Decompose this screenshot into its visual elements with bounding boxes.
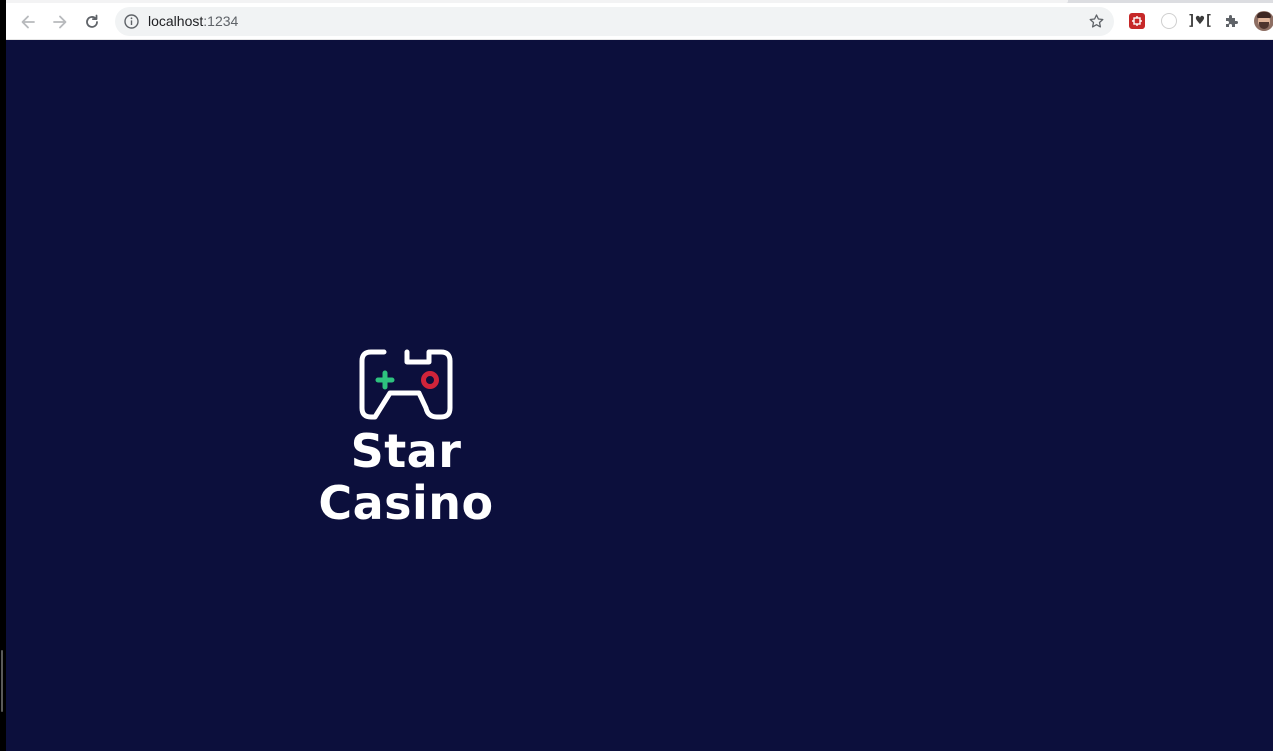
action-button-icon: [421, 371, 439, 389]
address-bar[interactable]: localhost:1234: [115, 7, 1114, 36]
reload-button[interactable]: [79, 9, 105, 35]
bug-icon: [1132, 16, 1142, 26]
arrow-right-icon: [53, 15, 67, 29]
dpad-icon: [375, 370, 395, 390]
arrow-left-icon: [21, 15, 35, 29]
url-text[interactable]: localhost:1234: [148, 13, 238, 30]
gamepad-icon: [359, 349, 453, 420]
url-host: localhost: [148, 13, 204, 29]
extension-red-icon[interactable]: [1129, 13, 1145, 29]
puzzle-icon: [1226, 15, 1238, 27]
extensions-puzzle-icon[interactable]: [1222, 11, 1242, 31]
brand-name-line1: Star: [350, 424, 462, 478]
forward-button[interactable]: [47, 9, 73, 35]
browser-toolbar: localhost:1234 ]♥[: [6, 3, 1273, 40]
star-casino-logo: Star Casino: [318, 349, 494, 529]
url-port: :1234: [203, 13, 239, 29]
bookmark-star-icon[interactable]: [1088, 13, 1105, 30]
browser-window: localhost:1234 ]♥[Star Casino: [6, 0, 1273, 751]
back-button[interactable]: [15, 9, 41, 35]
bracket-extension-icon[interactable]: ]♥[: [1187, 11, 1212, 31]
resize-handle[interactable]: [1, 650, 3, 712]
timer-extension-icon[interactable]: [1161, 13, 1177, 29]
page-viewport: Star Casino: [6, 40, 1273, 751]
reload-icon: [86, 14, 98, 28]
info-icon[interactable]: [123, 13, 140, 30]
profile-avatar[interactable]: [1254, 11, 1273, 31]
brand-name-line2: Casino: [318, 476, 494, 530]
